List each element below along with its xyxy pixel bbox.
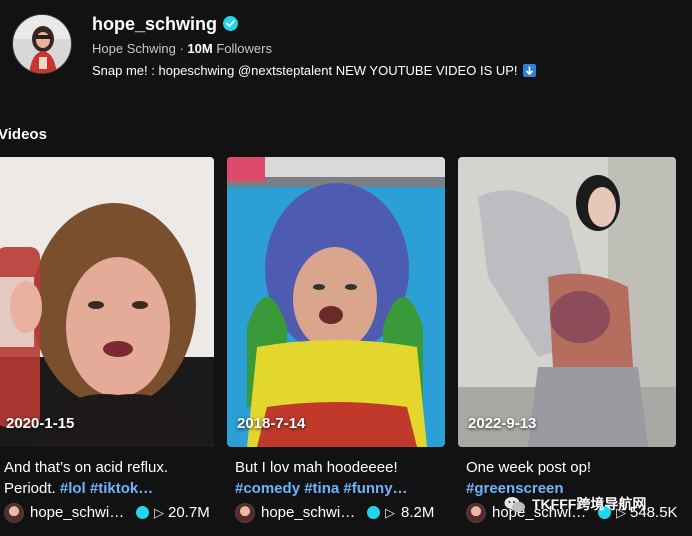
view-count: 20.7M	[168, 504, 210, 521]
profile-avatar[interactable]	[12, 14, 72, 74]
profile-username[interactable]: hope_schwing	[92, 14, 239, 35]
profile-subline: Hope Schwing · 10M Followers	[92, 41, 272, 56]
down-arrow-icon	[523, 64, 537, 78]
play-icon: ▷	[154, 505, 164, 520]
video-thumbnail[interactable]	[227, 157, 445, 447]
video-thumbnail[interactable]	[458, 157, 676, 447]
author-avatar[interactable]	[466, 503, 486, 523]
followers-label: Followers	[216, 41, 272, 56]
author-avatar[interactable]	[235, 503, 255, 523]
video-caption[interactable]: One week post op! #greenscreen	[466, 457, 670, 499]
verified-icon	[223, 15, 239, 31]
video-meta: hope_schwi… ▷ 8.2M	[235, 503, 445, 525]
profile-header: hope_schwing Hope Schwing · 10M Follower…	[0, 0, 692, 100]
videos-section-title: Videos	[0, 126, 47, 143]
author-name[interactable]: hope_schwi…	[261, 504, 355, 521]
profile-bio: Snap me! : hopeschwing @nextsteptalent N…	[92, 63, 537, 78]
video-thumbnail[interactable]	[0, 157, 214, 447]
play-icon: ▷	[385, 505, 395, 520]
author-name[interactable]: hope_schwi…	[30, 504, 124, 521]
video-hashtags[interactable]: #lol #tiktok…	[60, 480, 153, 497]
verified-icon	[136, 506, 149, 519]
video-date: 2018-7-14	[237, 415, 306, 432]
view-count: 8.2M	[401, 504, 435, 521]
author-avatar[interactable]	[4, 503, 24, 523]
video-hashtags[interactable]: #comedy #tina #funny…	[235, 480, 408, 497]
verified-icon	[367, 506, 380, 519]
video-meta: hope_schwi… ▷ 20.7M	[4, 503, 214, 525]
video-caption[interactable]: But I lov mah hoodeeee! #comedy #tina #f…	[235, 457, 439, 499]
video-date: 2022-9-13	[468, 415, 537, 432]
followers-count: 10M	[187, 41, 213, 56]
video-caption[interactable]: And that’s on acid reflux. Periodt. #lol…	[4, 457, 208, 499]
watermark: TKFFF跨境导航网	[504, 494, 646, 518]
separator-dot: ·	[179, 41, 184, 56]
video-date: 2020-1-15	[6, 415, 75, 432]
wechat-icon	[504, 496, 526, 514]
profile-display-name: Hope Schwing	[92, 41, 176, 56]
